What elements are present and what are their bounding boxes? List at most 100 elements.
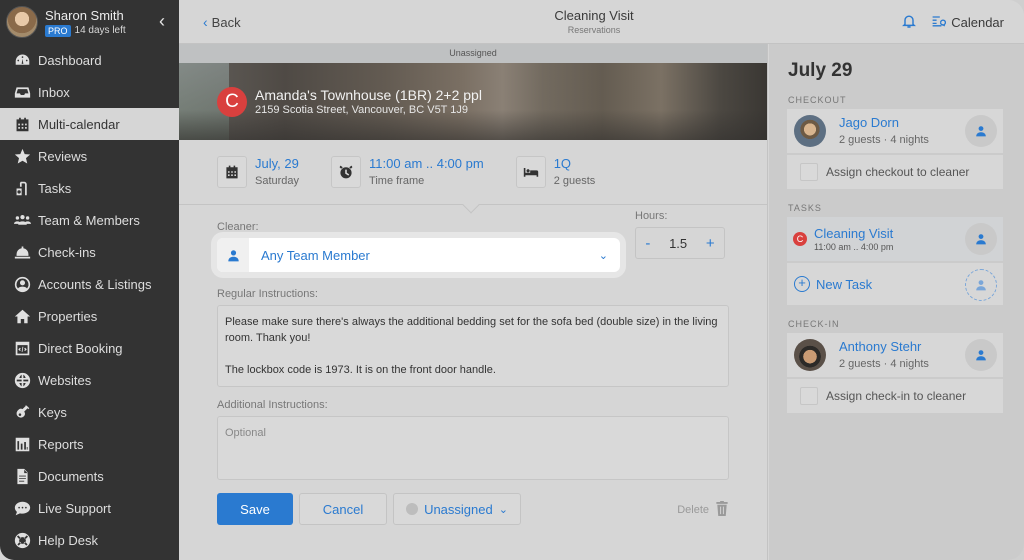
cleaner-label: Cleaner: [217,221,259,233]
sidebar-item-team-members[interactable]: Team & Members [0,204,179,236]
delete-label: Delete [677,504,709,516]
sidebar-item-label: Multi-calendar [38,116,120,132]
tasks-section-label: TASKS [788,203,822,213]
cleaner-select[interactable]: Any Team Member ⌄ [217,238,620,272]
status-dropdown[interactable]: Unassigned ⌄ [393,493,521,525]
team-icon [13,211,31,229]
guitar-icon [13,403,31,421]
sidebar-item-label: Check-ins [38,244,96,260]
assign-checkout-row[interactable]: Assign checkout to cleaner [787,153,1003,189]
sidebar-item-help-desk[interactable]: Help Desk [0,524,179,556]
bar-chart-icon [13,435,31,453]
sidebar-item-label: Properties [38,308,98,324]
calendar-link[interactable]: Calendar [931,13,1004,32]
collapse-sidebar-icon[interactable]: ‹ [159,12,165,30]
task-form: Cleaner: Any Team Member ⌄ Hours: - 1.5 … [179,205,767,480]
sidebar-item-documents[interactable]: Documents [0,460,179,492]
assign-checkout-checkbox[interactable] [800,163,818,181]
sidebar-item-dashboard[interactable]: Dashboard [0,44,179,76]
chat-icon [13,499,31,517]
checkin-guest-row[interactable]: Anthony Stehr 2 guests · 4 nights [787,333,1003,377]
calendar-icon [13,115,31,133]
checkout-guest-row[interactable]: Jago Dorn 2 guests · 4 nights [787,109,1003,153]
bell-service-icon [13,243,31,261]
guest-count: 2 guests [553,175,596,187]
cancel-button[interactable]: Cancel [299,493,387,525]
chevron-left-icon: ‹ [203,14,208,30]
sidebar-item-direct-booking[interactable]: Direct Booking [0,332,179,364]
avatar [6,6,38,38]
page-subtitle: Reservations [567,25,621,35]
save-button[interactable]: Save [217,493,293,525]
new-task-label: New Task [816,276,873,292]
user-name: Sharon Smith [45,7,124,23]
guest-name[interactable]: Jago Dorn [839,115,929,131]
bed-info[interactable]: 1Q 2 guests [515,156,596,188]
sidebar-item-reports[interactable]: Reports [0,428,179,460]
increment-button[interactable]: + [706,235,715,252]
decrement-button[interactable]: - [645,235,650,252]
back-button[interactable]: ‹ Back [203,14,241,30]
page-title: Cleaning Visit Reservations [509,8,679,35]
sidebar-item-check-ins[interactable]: Check-ins [0,236,179,268]
person-icon [976,234,986,245]
delete-button[interactable]: Delete [677,501,729,519]
alarm-clock-icon [331,156,362,188]
assign-checkin-row[interactable]: Assign check-in to cleaner [787,377,1003,413]
hours-value[interactable]: 1.5 [669,236,687,251]
cleaner-value: Any Team Member [261,247,370,263]
document-icon [13,467,31,485]
additional-instructions-label: Additional Instructions: [217,399,328,411]
lifebuoy-icon [13,531,31,549]
task-detail-panel: Unassigned C Amanda's Townhouse (1BR) 2+… [179,44,768,560]
vacuum-icon [13,179,31,197]
sidebar-item-label: Tasks [38,180,72,196]
sidebar-item-label: Dashboard [38,52,102,68]
sidebar-item-multi-calendar[interactable]: Multi-calendar [0,108,179,140]
assign-person-button[interactable] [965,269,997,301]
assign-person-button[interactable] [965,115,997,147]
assign-checkout-label: Assign checkout to cleaner [826,165,970,179]
task-info-row: July, 29 Saturday 11:00 am .. 4:00 pm Ti… [179,140,767,214]
user-profile[interactable]: Sharon Smith PRO 14 days left ‹ [0,0,179,44]
checkout-card: Jago Dorn 2 guests · 4 nights Assign che… [787,109,1003,189]
additional-instructions-textarea[interactable]: Optional [217,416,729,480]
sidebar-item-websites[interactable]: Websites [0,364,179,396]
property-badge: C [217,87,247,117]
sidebar-item-tasks[interactable]: Tasks [0,172,179,204]
sidebar-item-accounts-listings[interactable]: Accounts & Listings [0,268,179,300]
sidebar-item-live-support[interactable]: Live Support [0,492,179,524]
property-hero: C Amanda's Townhouse (1BR) 2+2 ppl 2159 … [179,63,767,140]
placeholder-text: Optional [225,427,266,439]
task-item[interactable]: C Cleaning Visit 11:00 am .. 4:00 pm [787,217,1003,261]
assign-checkin-checkbox[interactable] [800,387,818,405]
regular-instructions-textarea[interactable]: Please make sure there's always the addi… [217,305,729,387]
sidebar-item-inbox[interactable]: Inbox [0,76,179,108]
checkin-section-label: CHECK-IN [788,319,840,329]
assign-person-button[interactable] [965,223,997,255]
task-time: 11:00 am .. 4:00 pm [814,241,894,252]
calendar-icon [217,156,247,188]
sidebar-item-reviews[interactable]: Reviews [0,140,179,172]
globe-icon [13,371,31,389]
property-name[interactable]: Amanda's Townhouse (1BR) 2+2 ppl [255,87,482,103]
time-info[interactable]: 11:00 am .. 4:00 pm Time frame [331,156,484,188]
bell-icon[interactable] [901,13,917,32]
chevron-down-icon: ⌄ [598,249,608,262]
new-task-row[interactable]: + New Task [787,261,1003,305]
trash-icon [715,501,729,519]
sidebar-item-keys[interactable]: Keys [0,396,179,428]
status-dot-icon [406,503,419,515]
sidebar-item-label: Direct Booking [38,340,123,356]
hours-label: Hours: [635,210,668,222]
date-info[interactable]: July, 29 Saturday [217,156,299,188]
sidebar-item-properties[interactable]: Properties [0,300,179,332]
instruction-paragraph: The lockbox code is 1973. It is on the f… [225,364,496,376]
guest-name[interactable]: Anthony Stehr [839,339,929,355]
assign-person-button[interactable] [965,339,997,371]
property-address: 2159 Scotia Street, Vancouver, BC V5T 1J… [255,104,468,116]
user-circle-icon [13,275,31,293]
status-label: Unassigned [424,501,493,517]
checkin-card: Anthony Stehr 2 guests · 4 nights Assign… [787,333,1003,413]
assign-checkin-label: Assign check-in to cleaner [826,389,967,403]
